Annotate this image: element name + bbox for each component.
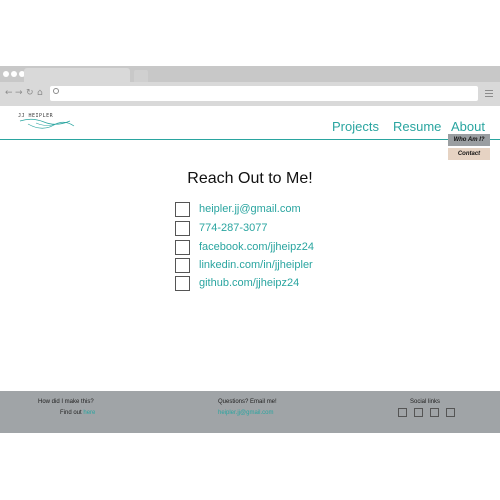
facebook-link[interactable]: facebook.com/jjheipz24 — [199, 241, 314, 253]
footer-email-link[interactable]: heipler.jj@gmail.com — [218, 410, 273, 416]
linkedin-link[interactable]: linkedin.com/in/jjheipler — [199, 259, 313, 271]
nav-resume-link[interactable]: Resume — [393, 119, 441, 134]
forward-arrow-icon[interactable]: → — [15, 88, 23, 98]
window-minimize-dot[interactable] — [11, 71, 17, 77]
nav-projects-link[interactable]: Projects — [332, 119, 379, 134]
dropdown-who-am-i[interactable]: Who Am I? — [448, 134, 490, 146]
footer-social-title: Social links — [410, 399, 441, 405]
footer-github-icon[interactable] — [430, 408, 439, 417]
phone-icon — [175, 221, 190, 236]
search-icon — [53, 88, 59, 94]
site-logo[interactable]: JJ HEIPLER — [14, 113, 84, 133]
dropdown-contact[interactable]: Contact — [448, 148, 490, 160]
footer-facebook-icon[interactable] — [398, 408, 407, 417]
site-header: JJ HEIPLER Projects Resume About — [0, 106, 500, 140]
back-arrow-icon[interactable]: ← — [5, 88, 13, 98]
footer-find-out: Find out here — [60, 410, 95, 416]
footer-questions: Questions? Email me! — [218, 399, 277, 405]
url-bar[interactable] — [50, 86, 478, 101]
about-dropdown-menu: Who Am I? Contact — [448, 134, 490, 160]
hamburger-menu-icon[interactable] — [485, 90, 493, 99]
browser-titlebar — [0, 66, 500, 82]
footer-linkedin-icon[interactable] — [414, 408, 423, 417]
footer-here-link[interactable]: here — [83, 410, 95, 416]
logo-swirl-icon — [19, 118, 75, 129]
footer-find-out-text: Find out — [60, 410, 84, 416]
footer-email-icon[interactable] — [446, 408, 455, 417]
home-icon[interactable]: ⌂ — [37, 88, 43, 98]
github-icon — [175, 276, 190, 291]
browser-tab-active[interactable] — [24, 68, 130, 82]
site-footer: How did I make this? Find out here Quest… — [0, 391, 500, 433]
reload-icon[interactable]: ↻ — [26, 88, 34, 98]
page-heading: Reach Out to Me! — [187, 170, 313, 187]
nav-about-link[interactable]: About — [451, 119, 485, 134]
linkedin-icon — [175, 258, 190, 273]
new-tab-button[interactable] — [134, 70, 148, 82]
browser-window: ← → ↻ ⌂ JJ HEIPLER Projects Resume About… — [0, 66, 500, 433]
footer-made-question: How did I make this? — [38, 399, 94, 405]
github-link[interactable]: github.com/jjheipz24 — [199, 277, 299, 289]
phone-link[interactable]: 774-287-3077 — [199, 222, 268, 234]
window-close-dot[interactable] — [3, 71, 9, 77]
email-icon — [175, 202, 190, 217]
facebook-icon — [175, 240, 190, 255]
browser-toolbar: ← → ↻ ⌂ — [0, 82, 500, 106]
email-link[interactable]: heipler.jj@gmail.com — [199, 203, 301, 215]
